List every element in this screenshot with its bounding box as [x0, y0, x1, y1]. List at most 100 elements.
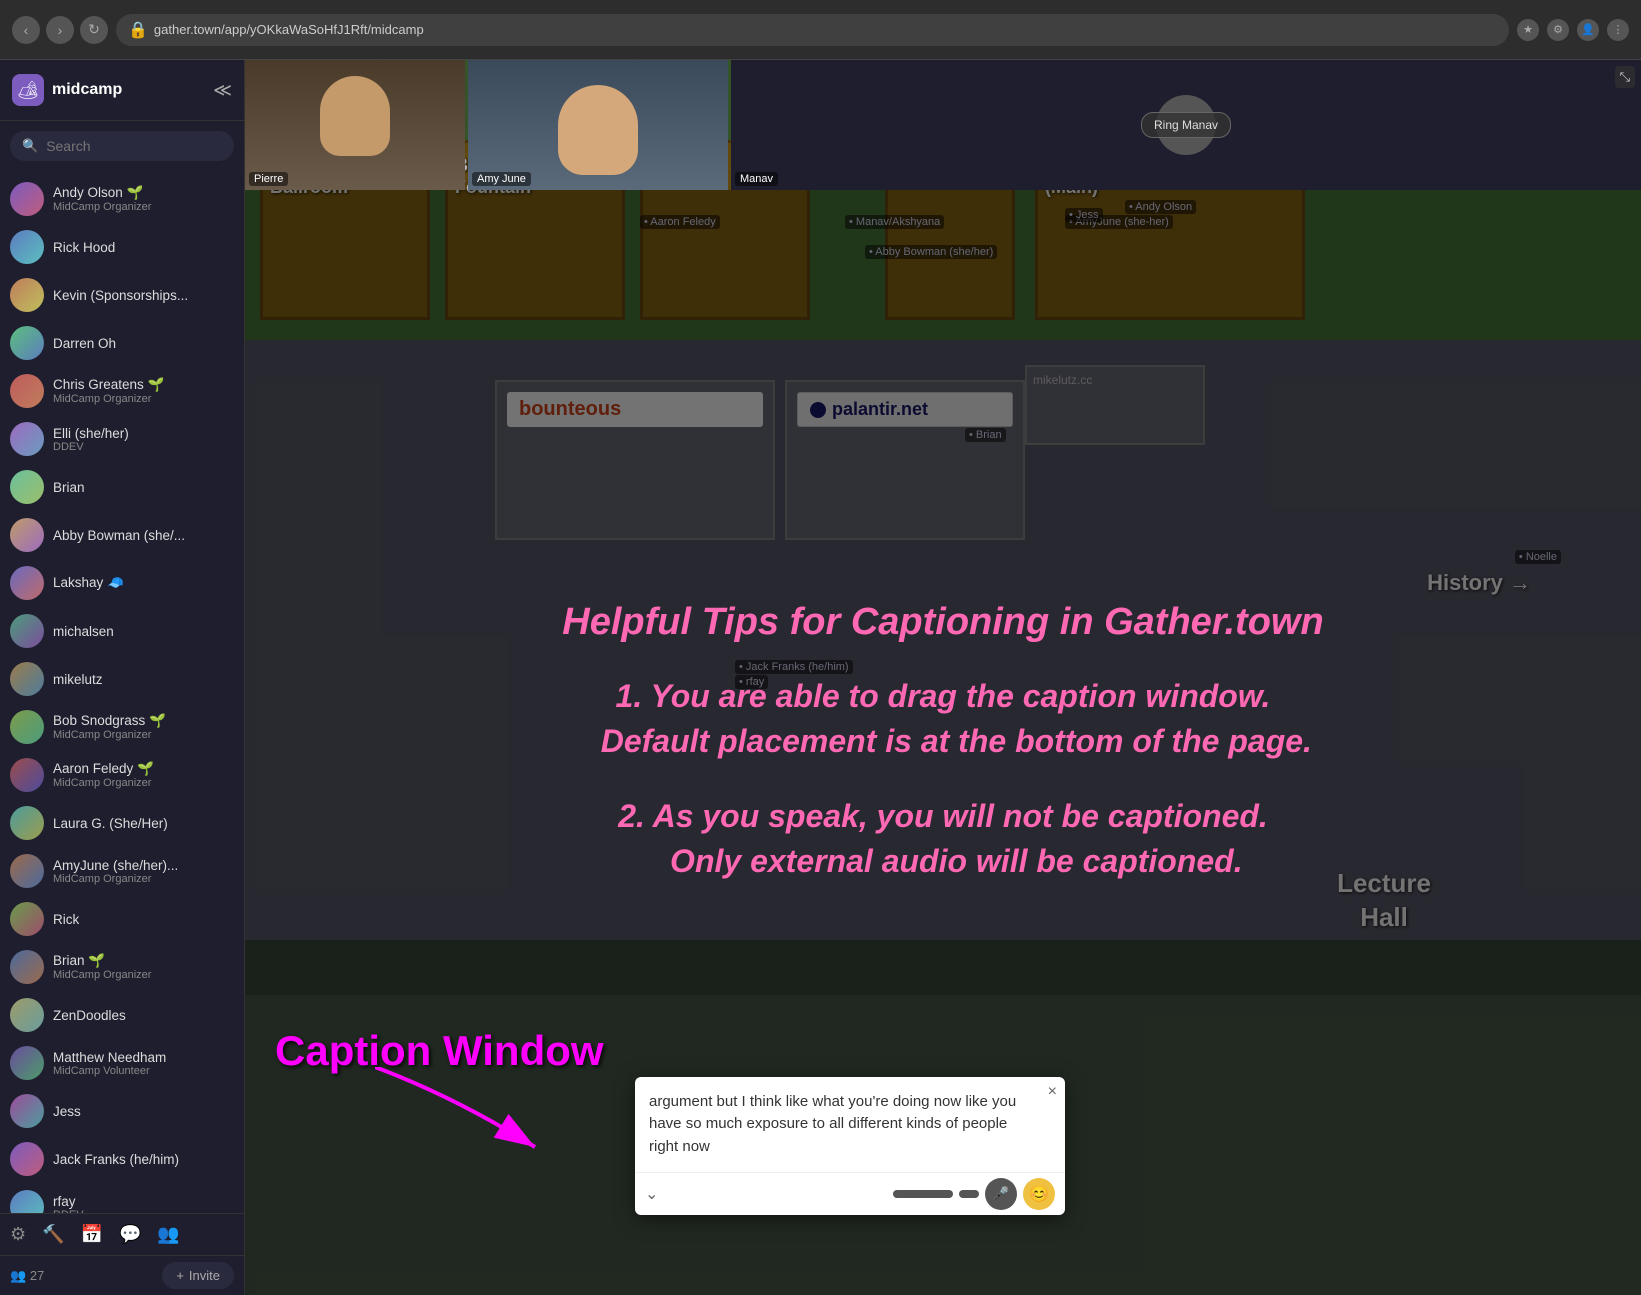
bookmark-icon[interactable]: ★ [1517, 19, 1539, 41]
participant-name: Elli (she/her) [53, 426, 234, 441]
participant-list: Andy Olson 🌱 MidCamp Organizer Rick Hood… [0, 171, 244, 1213]
participant-item[interactable]: Abby Bowman (she/... [0, 511, 244, 559]
people-icon[interactable]: 👥 [157, 1224, 179, 1245]
participant-name: Bob Snodgrass 🌱 [53, 713, 234, 729]
hammer-icon[interactable]: 🔨 [42, 1224, 64, 1245]
avatar [10, 1190, 44, 1213]
invite-button[interactable]: + Invite [162, 1262, 234, 1289]
participant-info: Elli (she/her) DDEV [53, 426, 234, 453]
participant-name: Rick [53, 912, 234, 927]
browser-chrome: ‹ › ↻ 🔒 gather.town/app/yOKkaWaSoHfJ1Rft… [0, 0, 1641, 60]
participant-item[interactable]: Brian 🌱 MidCamp Organizer [0, 943, 244, 991]
participant-item[interactable]: michalsen [0, 607, 244, 655]
sidebar: 🏕 midcamp ≪ 🔍 Andy Olson 🌱 MidCamp Organ… [0, 60, 245, 1295]
participant-info: michalsen [53, 624, 234, 639]
avatar [10, 1046, 44, 1080]
avatar [10, 182, 44, 216]
profile-icon[interactable]: 👤 [1577, 19, 1599, 41]
participant-name: Laura G. (She/Her) [53, 816, 234, 831]
avatar [10, 710, 44, 744]
participant-info: Matthew Needham MidCamp Volunteer [53, 1050, 234, 1077]
participant-item[interactable]: Bob Snodgrass 🌱 MidCamp Organizer [0, 703, 244, 751]
participant-info: Bob Snodgrass 🌱 MidCamp Organizer [53, 713, 234, 741]
game-area[interactable]: AragonBallroom BuckingFountain Pier Towe… [245, 60, 1641, 1295]
participant-name: ZenDoodles [53, 1008, 234, 1023]
participant-item[interactable]: mikelutz [0, 655, 244, 703]
participant-item[interactable]: Rick Hood [0, 223, 244, 271]
participant-item[interactable]: Brian [0, 463, 244, 511]
participant-item[interactable]: Jack Franks (he/him) [0, 1135, 244, 1183]
calendar-icon[interactable]: 📅 [81, 1224, 103, 1245]
caption-close-button[interactable]: × [1048, 1083, 1057, 1101]
participant-name: Brian [53, 480, 234, 495]
participant-item[interactable]: Jess [0, 1087, 244, 1135]
search-input[interactable] [46, 138, 222, 154]
menu-icon[interactable]: ⋮ [1607, 19, 1629, 41]
participant-item[interactable]: Matthew Needham MidCamp Volunteer [0, 1039, 244, 1087]
expand-button[interactable]: ⤡ [1615, 66, 1635, 88]
participant-role: MidCamp Organizer [53, 777, 234, 789]
participant-name: Abby Bowman (she/... [53, 528, 234, 543]
participant-name: mikelutz [53, 672, 234, 687]
back-button[interactable]: ‹ [12, 16, 40, 44]
participant-name: Lakshay 🧢 [53, 575, 234, 591]
caption-controls: 🎤 😊 [893, 1178, 1055, 1210]
amyjune-name: Amy June [472, 172, 531, 186]
ring-manav-button[interactable]: Ring Manav [1141, 112, 1231, 138]
participant-name: Matthew Needham [53, 1050, 234, 1065]
app-logo: 🏕 [12, 74, 44, 106]
participant-item[interactable]: Rick [0, 895, 244, 943]
forward-button[interactable]: › [46, 16, 74, 44]
participant-name: Chris Greatens 🌱 [53, 377, 234, 393]
participant-info: Chris Greatens 🌱 MidCamp Organizer [53, 377, 234, 405]
video-strip: Pierre Amy June Manav Ring Manav ⤡ [245, 60, 1641, 190]
settings-icon[interactable]: ⚙ [10, 1224, 26, 1245]
participant-item[interactable]: ZenDoodles [0, 991, 244, 1039]
participant-name: Kevin (Sponsorships... [53, 288, 234, 303]
caption-arrow-svg [375, 1067, 595, 1167]
avatar [10, 662, 44, 696]
caption-scroll-down[interactable]: ⌄ [645, 1184, 658, 1204]
participant-item[interactable]: Aaron Feledy 🌱 MidCamp Organizer [0, 751, 244, 799]
avatar [10, 230, 44, 264]
participant-info: Kevin (Sponsorships... [53, 288, 234, 303]
participant-item[interactable]: Kevin (Sponsorships... [0, 271, 244, 319]
participant-role: MidCamp Organizer [53, 729, 234, 741]
caption-emoji-button[interactable]: 😊 [1023, 1178, 1055, 1210]
sidebar-icons: ⚙ 🔨 📅 💬 👥 [10, 1224, 180, 1245]
video-tile-amyjune: Amy June [468, 60, 728, 190]
participant-item[interactable]: Darren Oh [0, 319, 244, 367]
chat-icon[interactable]: 💬 [119, 1224, 141, 1245]
participant-item[interactable]: Andy Olson 🌱 MidCamp Organizer [0, 175, 244, 223]
extension-icon[interactable]: ⚙ [1547, 19, 1569, 41]
participant-item[interactable]: Lakshay 🧢 [0, 559, 244, 607]
avatar [10, 1142, 44, 1176]
caption-mic-button[interactable]: 🎤 [985, 1178, 1017, 1210]
search-bar[interactable]: 🔍 [10, 131, 234, 161]
participant-item[interactable]: Chris Greatens 🌱 MidCamp Organizer [0, 367, 244, 415]
participant-name: michalsen [53, 624, 234, 639]
avatar [10, 278, 44, 312]
reload-button[interactable]: ↻ [80, 16, 108, 44]
participant-name: AmyJune (she/her)... [53, 858, 234, 873]
avatar [10, 518, 44, 552]
nav-buttons: ‹ › ↻ [12, 16, 108, 44]
collapse-sidebar-button[interactable]: ≪ [213, 80, 232, 101]
participant-info: Rick Hood [53, 240, 234, 255]
caption-box-footer: ⌄ 🎤 😊 [635, 1172, 1065, 1215]
participant-name: Jess [53, 1104, 234, 1119]
participant-item[interactable]: Elli (she/her) DDEV [0, 415, 244, 463]
avatar [10, 566, 44, 600]
lock-icon: 🔒 [128, 20, 148, 40]
participant-info: AmyJune (she/her)... MidCamp Organizer [53, 858, 234, 885]
participant-info: Jack Franks (he/him) [53, 1152, 234, 1167]
video-tile-manav: Manav Ring Manav ⤡ [731, 60, 1641, 190]
participant-count: 👥 27 [10, 1268, 44, 1284]
address-bar[interactable]: 🔒 gather.town/app/yOKkaWaSoHfJ1Rft/midca… [116, 14, 1509, 46]
participant-item[interactable]: Laura G. (She/Her) [0, 799, 244, 847]
participant-item[interactable]: AmyJune (she/her)... MidCamp Organizer [0, 847, 244, 895]
participant-info: Darren Oh [53, 336, 234, 351]
caption-text: argument but I think like what you're do… [635, 1077, 1065, 1173]
participant-item[interactable]: rfay DDEV [0, 1183, 244, 1213]
avatar [10, 950, 44, 984]
